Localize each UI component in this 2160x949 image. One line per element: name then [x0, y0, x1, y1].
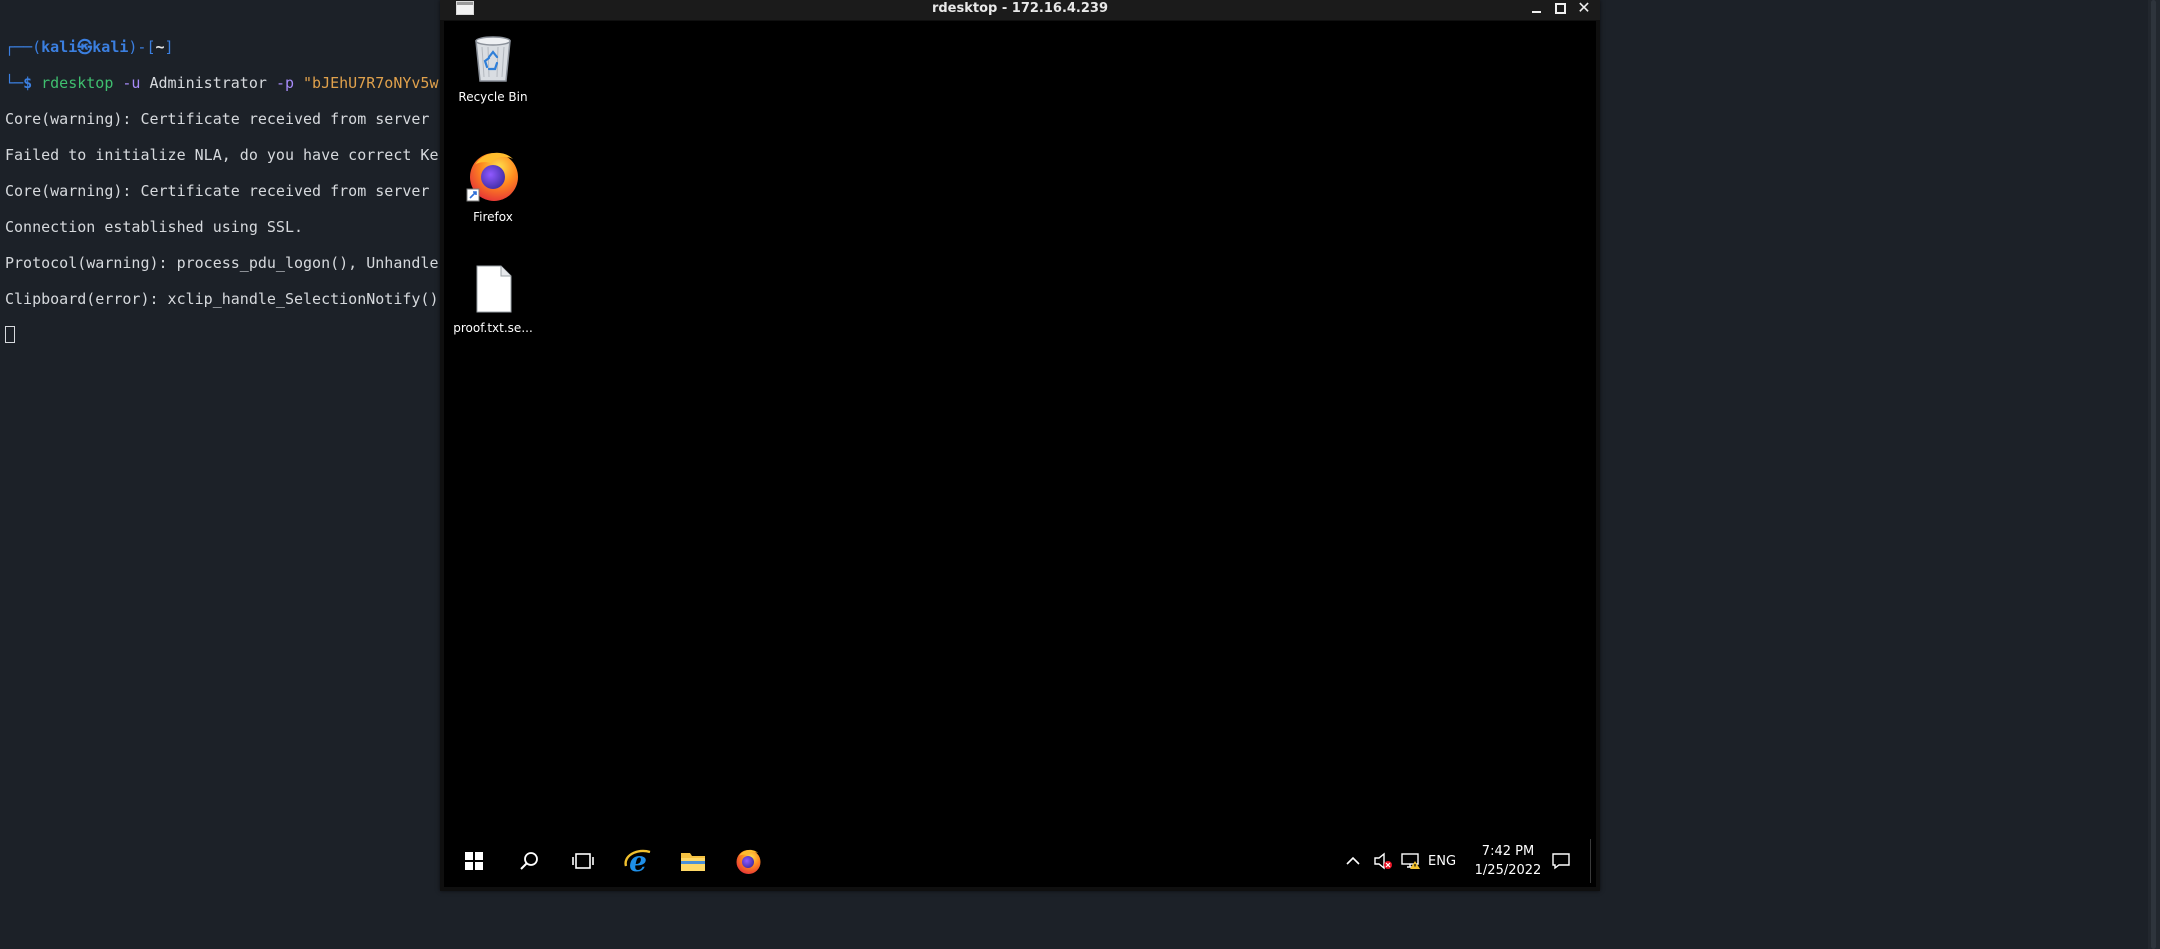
minimize-button[interactable] — [1526, 0, 1546, 20]
scrollbar-thumb[interactable] — [2151, 0, 2156, 949]
command-username: Administrator — [149, 74, 267, 92]
prompt-corner: └─ — [5, 74, 24, 92]
taskbar-file-explorer[interactable] — [666, 839, 720, 883]
prompt-host: kali — [92, 38, 129, 56]
terminal-output[interactable]: ┌──(kali㉿kali)-[~] └─$ rdesktop -u Admin… — [5, 20, 439, 380]
prompt-close: ] — [164, 38, 174, 56]
notification-icon — [1552, 853, 1570, 870]
desktop-icon-label: proof.txt.se... — [453, 321, 533, 335]
window-title: rdesktop - 172.16.4.239 — [931, 1, 1109, 16]
desktop-icon-firefox[interactable]: Firefox — [453, 147, 533, 224]
command-password: "bJEhU7R7oNYv5w — [303, 74, 439, 92]
output-line: Connection established using SSL. — [5, 218, 304, 236]
maximize-button[interactable] — [1550, 0, 1570, 20]
task-view-icon — [572, 853, 594, 869]
action-center-button[interactable] — [1552, 839, 1582, 883]
minimize-icon — [1531, 11, 1541, 13]
task-view-button[interactable] — [556, 839, 610, 883]
network-button[interactable] — [1400, 839, 1422, 883]
internet-explorer-icon: e — [624, 846, 651, 876]
command-binary: rdesktop — [41, 74, 114, 92]
terminal-cursor — [5, 326, 15, 343]
network-warning-icon — [1401, 853, 1420, 869]
search-button[interactable] — [502, 839, 556, 883]
taskbar-firefox[interactable] — [721, 839, 775, 883]
search-icon — [520, 852, 538, 870]
volume-button[interactable] — [1373, 839, 1395, 883]
taskbar[interactable]: e ENG 7:42 PM 1/25/2022 — [444, 839, 1596, 883]
recycle-bin-icon — [475, 36, 511, 82]
show-hidden-icons-button[interactable] — [1346, 839, 1366, 883]
firefox-icon — [736, 849, 761, 874]
output-line: Core(warning): Certificate received from… — [5, 182, 430, 200]
clock-date: 1/25/2022 — [1474, 863, 1542, 878]
terminal-cursor-line — [5, 326, 439, 344]
prompt-line: ┌──(kali㉿kali)-[~] — [5, 38, 439, 56]
output-line: Core(warning): Certificate received from… — [5, 110, 430, 128]
start-button[interactable] — [447, 839, 501, 883]
window-titlebar[interactable]: rdesktop - 172.16.4.239 ✕ — [440, 0, 1600, 20]
prompt-user: kali — [41, 38, 78, 56]
taskbar-internet-explorer[interactable]: e — [611, 839, 665, 883]
remote-desktop[interactable]: Recycle Bin Firefox proof.txt.se... e EN… — [444, 21, 1596, 887]
start-icon — [465, 852, 483, 870]
desktop-icon-label: Firefox — [473, 210, 513, 224]
firefox-icon — [466, 152, 518, 202]
command-line: └─$ rdesktop -u Administrator -p "bJEhU7… — [5, 74, 439, 92]
close-icon: ✕ — [1577, 0, 1591, 17]
prompt-mid: )-[ — [128, 38, 156, 56]
close-button[interactable]: ✕ — [1574, 0, 1594, 20]
output-line: Failed to initialize NLA, do you have co… — [5, 146, 439, 164]
prompt-at-symbol: ㉿ — [77, 38, 93, 56]
language-indicator[interactable]: ENG — [1428, 839, 1462, 883]
desktop-icon-proof-file[interactable]: proof.txt.se... — [453, 264, 533, 335]
command-flag-p: -p — [275, 74, 294, 92]
terminal-scrollbar[interactable] — [2148, 0, 2160, 949]
chevron-up-icon — [1346, 856, 1360, 865]
rdesktop-window[interactable]: rdesktop - 172.16.4.239 ✕ Recycle Bin Fi… — [440, 0, 1600, 891]
prompt-dir: ~ — [155, 38, 165, 56]
output-line: Protocol(warning): process_pdu_logon(), … — [5, 254, 439, 272]
file-explorer-icon — [681, 853, 705, 871]
language-text: ENG — [1428, 853, 1457, 869]
text-file-icon — [476, 265, 512, 313]
desktop-icon-label: Recycle Bin — [458, 90, 528, 104]
command-flag-u: -u — [122, 74, 141, 92]
clock-time: 7:42 PM — [1481, 844, 1535, 859]
show-desktop-button[interactable] — [1590, 839, 1597, 883]
maximize-icon — [1554, 3, 1566, 14]
desktop-icon-recycle-bin[interactable]: Recycle Bin — [453, 33, 533, 104]
volume-muted-icon — [1374, 852, 1392, 870]
clock[interactable]: 7:42 PM 1/25/2022 — [1473, 839, 1543, 883]
prompt-dollar: $ — [23, 74, 42, 92]
prompt-open: ┌──( — [5, 38, 42, 56]
output-line: Clipboard(error): xclip_handle_Selection… — [5, 290, 439, 308]
